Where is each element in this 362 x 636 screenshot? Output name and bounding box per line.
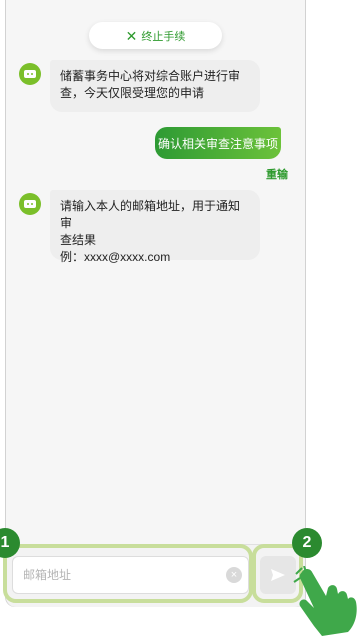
message-line: 例：xxxx@xxxx.com bbox=[60, 250, 171, 264]
hand-pointer-icon bbox=[293, 566, 357, 636]
terminate-button[interactable]: ✕ 终止手续 bbox=[89, 22, 222, 49]
message-line: 储蓄事务中心将对综合账户进行审 bbox=[60, 69, 241, 83]
send-button[interactable] bbox=[260, 556, 296, 594]
clear-icon[interactable]: × bbox=[226, 567, 242, 583]
message-line: 查结果 bbox=[60, 233, 97, 247]
message-line: 请输入本人的邮箱地址，用于通知审 bbox=[60, 199, 241, 230]
redo-link[interactable]: 重输 bbox=[266, 166, 288, 182]
step-badge-2: 2 bbox=[292, 528, 322, 558]
user-message: 确认相关审查注意事项 bbox=[155, 127, 281, 159]
bot-avatar-icon bbox=[19, 193, 41, 215]
email-input[interactable] bbox=[23, 566, 213, 584]
user-message-text: 确认相关审查注意事项 bbox=[157, 136, 278, 151]
send-icon bbox=[271, 569, 285, 581]
email-field-container: × bbox=[12, 556, 249, 594]
bot-message: 储蓄事务中心将对综合账户进行审 查，今天仅限受理您的申请 bbox=[50, 60, 260, 112]
bot-message: 请输入本人的邮箱地址，用于通知审 查结果 例：xxxx@xxxx.com bbox=[50, 190, 260, 264]
bot-avatar-icon bbox=[19, 63, 41, 85]
terminate-label: 终止手续 bbox=[141, 30, 186, 43]
message-line: 查，今天仅限受理您的申请 bbox=[60, 86, 205, 100]
close-icon: ✕ bbox=[125, 27, 138, 44]
